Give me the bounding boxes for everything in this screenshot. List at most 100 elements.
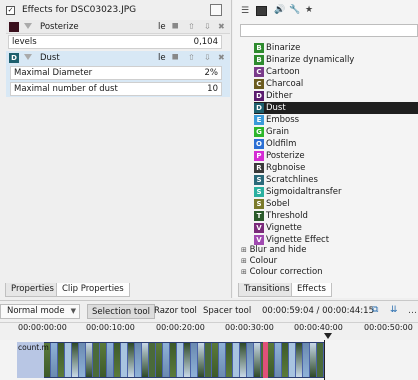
- ruler-tick: 00:00:50:00: [364, 323, 413, 332]
- effect-badge: C: [254, 79, 264, 89]
- clip-thumbnail: [205, 343, 211, 377]
- posterize-color-swatch: [9, 22, 19, 32]
- effect-list-item[interactable]: C Cartoon: [254, 66, 418, 78]
- max-diameter-row[interactable]: Maximal Diameter 2%: [10, 66, 222, 80]
- spacer-tool-button[interactable]: Spacer tool: [199, 304, 255, 319]
- clip-thumbnail: [156, 343, 162, 377]
- delete-icon[interactable]: ✖: [218, 22, 225, 31]
- ribbon-icon[interactable]: ⯀: [172, 53, 178, 63]
- ruler-tick: 00:00:30:00: [225, 323, 274, 332]
- category-colour-correction[interactable]: ⊞ Colour correction: [241, 267, 323, 278]
- clip-thumbnail: [212, 343, 218, 377]
- clip-thumbnail: [93, 343, 99, 377]
- selection-tool-button[interactable]: Selection tool: [87, 304, 155, 319]
- effect-list-item[interactable]: S Sigmoidaltransfer: [254, 186, 418, 198]
- razor-tool-button[interactable]: Razor tool: [150, 304, 201, 319]
- effect-header-dust[interactable]: D Dust le ⯀ ⇧ ⇩ ✖: [6, 51, 230, 65]
- zoom-icon[interactable]: ⇊: [390, 305, 398, 315]
- clip-thumbnail: [86, 343, 92, 377]
- effect-badge: V: [254, 223, 264, 233]
- tab-clip-properties[interactable]: Clip Properties: [56, 283, 130, 297]
- param-value: 10: [207, 84, 218, 94]
- clip-thumbnail: [310, 343, 316, 377]
- param-label: Maximal number of dust: [14, 84, 118, 94]
- le-label: le: [158, 53, 166, 63]
- effect-badge: S: [254, 187, 264, 197]
- clip-thumbnail: [247, 343, 253, 377]
- effect-header-posterize[interactable]: Posterize le ⯀ ⇧ ⇩ ✖: [6, 20, 230, 34]
- clip-thumbnail: [233, 343, 239, 377]
- effect-badge: O: [254, 139, 264, 149]
- audio-icon[interactable]: 🔊: [274, 5, 285, 15]
- star-icon[interactable]: ★: [305, 5, 313, 15]
- clip-thumbnail: [282, 343, 288, 377]
- mode-select[interactable]: Normal mode ▼: [0, 304, 80, 319]
- clip-thumbnail: [149, 343, 155, 377]
- tab-properties[interactable]: Properties: [5, 283, 60, 297]
- ribbon-icon[interactable]: ⯀: [172, 22, 178, 32]
- effect-list-item[interactable]: C Charcoal: [254, 78, 418, 90]
- effect-list-item[interactable]: P Posterize: [254, 150, 418, 162]
- effect-list-item[interactable]: D Dust: [254, 102, 418, 114]
- move-up-icon[interactable]: ⇧: [188, 53, 195, 62]
- delete-icon[interactable]: ✖: [218, 53, 225, 62]
- effect-list-item[interactable]: B Binarize dynamically: [254, 54, 418, 66]
- clip-thumbnail: [296, 343, 302, 377]
- effect-list-item[interactable]: S Scratchlines: [254, 174, 418, 186]
- move-down-icon[interactable]: ⇩: [204, 22, 211, 31]
- clip-thumbnail: [289, 343, 295, 377]
- clip-thumbnail: [198, 343, 204, 377]
- clip-thumbnail: [51, 343, 57, 377]
- effect-list-item[interactable]: S Sobel: [254, 198, 418, 210]
- ruler-tick: 00:00:40:00: [294, 323, 343, 332]
- param-value: 2%: [204, 68, 219, 78]
- timecode-display: 00:00:59:04 / 00:00:44:15: [262, 306, 374, 316]
- move-up-icon[interactable]: ⇧: [188, 22, 195, 31]
- effect-list-item[interactable]: B Binarize: [254, 42, 418, 54]
- effect-list-item[interactable]: D Dither: [254, 90, 418, 102]
- effect-list-item[interactable]: O Oldfilm: [254, 138, 418, 150]
- snap-icon[interactable]: ⧉: [372, 305, 378, 315]
- grid-view-icon[interactable]: [256, 6, 267, 16]
- collapse-icon[interactable]: [24, 54, 32, 60]
- clip-thumbnail: [275, 343, 281, 377]
- list-view-icon[interactable]: ☰: [241, 6, 249, 16]
- wrench-icon[interactable]: 🔧: [289, 5, 300, 15]
- effect-badge: T: [254, 211, 264, 221]
- max-dust-row[interactable]: Maximal number of dust 10: [10, 82, 222, 96]
- levels-param-row[interactable]: levels 0,104: [8, 35, 222, 49]
- ruler-tick: 00:00:10:00: [86, 323, 135, 332]
- effect-badge: S: [254, 175, 264, 185]
- le-label: le: [158, 22, 166, 32]
- effect-badge: S: [254, 199, 264, 209]
- effect-list-label: Sobel: [266, 199, 290, 209]
- clip-thumbnail: [58, 343, 64, 377]
- effect-list-label: Grain: [266, 127, 290, 137]
- tab-effects[interactable]: Effects: [291, 283, 332, 297]
- effect-list-label: Dust: [266, 103, 286, 113]
- clip-thumbnail: [226, 343, 232, 377]
- clip-thumbnail: [163, 343, 169, 377]
- effect-list-item[interactable]: E Emboss: [254, 114, 418, 126]
- category-label: Colour correction: [249, 267, 323, 277]
- effect-badge: V: [254, 235, 264, 245]
- effect-badge: D: [254, 103, 264, 113]
- effect-list-item[interactable]: T Threshold: [254, 210, 418, 222]
- stack-menu-button[interactable]: [210, 4, 222, 16]
- category-blur-and-hide[interactable]: ⊞ Blur and hide: [241, 245, 306, 256]
- effect-list-item[interactable]: G Grain: [254, 126, 418, 138]
- clip-thumbnail: [219, 343, 225, 377]
- playhead-icon[interactable]: [324, 333, 332, 339]
- effect-list-item[interactable]: R Rgbnoise: [254, 162, 418, 174]
- effect-badge: G: [254, 127, 264, 137]
- category-colour[interactable]: ⊞ Colour: [241, 256, 277, 267]
- collapse-icon[interactable]: [24, 23, 32, 29]
- more-icon[interactable]: …: [408, 306, 417, 316]
- move-down-icon[interactable]: ⇩: [204, 53, 211, 62]
- effects-search-input[interactable]: [240, 24, 418, 37]
- ruler-tick: 00:00:20:00: [156, 323, 205, 332]
- tab-transitions[interactable]: Transitions: [238, 283, 296, 297]
- effects-enable-checkbox[interactable]: ✓: [6, 6, 15, 15]
- effect-list-item[interactable]: V Vignette: [254, 222, 418, 234]
- levels-label: levels: [12, 37, 37, 47]
